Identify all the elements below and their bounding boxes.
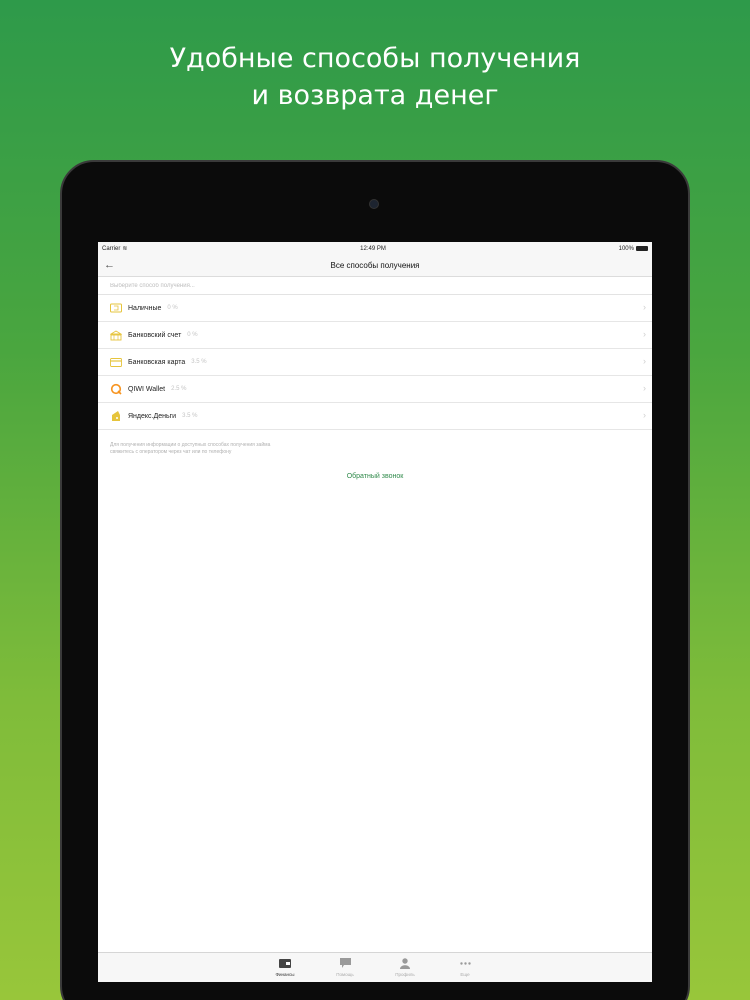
method-fee: 2.5 % — [171, 386, 187, 392]
tab-label: Финансы — [275, 972, 295, 977]
finance-icon — [279, 957, 291, 969]
more-icon — [459, 957, 471, 969]
wifi-icon: ≋ — [122, 246, 128, 252]
chat-icon — [339, 957, 351, 969]
chevron-right-icon: › — [643, 329, 646, 339]
tab-label: Еще — [460, 972, 470, 977]
tab-help[interactable]: Помощь — [330, 957, 360, 982]
methods-list: Наличные 0 % › Банковский счет 0 % › Бан… — [98, 295, 652, 430]
method-item-cash[interactable]: Наличные 0 % › — [98, 295, 652, 322]
battery-percent: 100% — [618, 245, 634, 252]
callback-link[interactable]: Обратный звонок — [98, 473, 652, 480]
chevron-right-icon: › — [643, 410, 646, 420]
cash-icon — [110, 302, 122, 314]
battery-indicator: 100% — [619, 246, 648, 252]
tablet-frame: Carrier ≋ 12:49 PM 100% ← Все способы пол… — [60, 160, 690, 1000]
search-row — [98, 277, 652, 295]
bank-card-icon — [110, 356, 122, 368]
method-label: QIWI Wallet — [128, 385, 166, 393]
chevron-right-icon: › — [643, 383, 646, 393]
chevron-right-icon: › — [643, 302, 646, 312]
search-input[interactable] — [110, 282, 640, 289]
yandex-money-icon — [110, 410, 122, 422]
status-time: 12:49 PM — [360, 245, 386, 252]
headline-line-2: и возврата денег — [251, 80, 499, 111]
qiwi-icon — [110, 383, 122, 395]
method-label: Банковская карта — [128, 358, 186, 366]
back-arrow-icon[interactable]: ← — [104, 260, 115, 271]
tab-label: Помощь — [336, 972, 354, 977]
method-item-yandex-money[interactable]: Яндекс.Деньги 3.5 % › — [98, 403, 652, 430]
method-item-qiwi[interactable]: QIWI Wallet 2.5 % › — [98, 376, 652, 403]
tab-more[interactable]: Еще — [450, 957, 480, 982]
app-screen: Carrier ≋ 12:49 PM 100% ← Все способы пол… — [98, 242, 652, 982]
profile-icon — [400, 957, 410, 969]
method-label: Наличные — [128, 304, 162, 312]
method-fee: 0 % — [187, 332, 198, 338]
promo-headline: Удобные способы получения и возврата ден… — [0, 40, 750, 114]
method-fee: 0 % — [167, 305, 178, 311]
headline-line-1: Удобные способы получения — [169, 43, 581, 74]
tab-label: Профиль — [395, 972, 415, 977]
method-label: Яндекс.Деньги — [128, 412, 177, 420]
page-title: Все способы получения — [330, 261, 420, 270]
tab-finance[interactable]: Финансы — [270, 957, 300, 982]
method-fee: 3.5 % — [191, 359, 207, 365]
camera-icon — [369, 199, 379, 209]
bank-account-icon — [110, 329, 122, 341]
method-item-bank-card[interactable]: Банковская карта 3.5 % › — [98, 349, 652, 376]
method-item-bank-account[interactable]: Банковский счет 0 % › — [98, 322, 652, 349]
carrier-label: Carrier ≋ — [102, 246, 128, 252]
navigation-bar: ← Все способы получения — [98, 255, 652, 277]
status-bar: Carrier ≋ 12:49 PM 100% — [98, 242, 652, 255]
battery-icon — [635, 246, 648, 251]
tab-bar: Финансы Помощь Профиль Еще — [98, 952, 652, 982]
method-label: Банковский счет — [128, 331, 182, 339]
info-text: Для получения информации о доступных спо… — [110, 442, 271, 455]
method-fee: 3.5 % — [182, 413, 198, 419]
tab-profile[interactable]: Профиль — [390, 957, 420, 982]
chevron-right-icon: › — [643, 356, 646, 366]
